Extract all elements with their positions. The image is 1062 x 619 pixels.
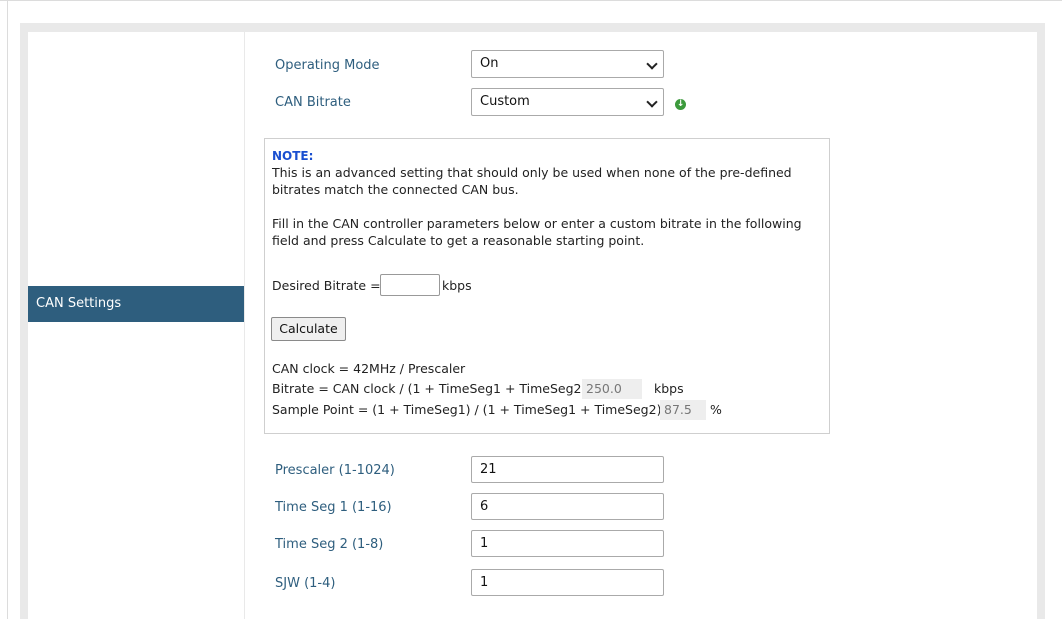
- operating-mode-value: On: [480, 56, 499, 71]
- desired-bitrate-unit: kbps: [442, 278, 472, 293]
- bitrate-formula-text: Bitrate = CAN clock / (1 + TimeSeg1 + Ti…: [272, 381, 601, 396]
- prescaler-label: Prescaler (1-1024): [275, 463, 395, 478]
- prescaler-input[interactable]: 21: [471, 456, 664, 483]
- info-icon[interactable]: ↓: [675, 99, 686, 110]
- desired-bitrate-label: Desired Bitrate =: [272, 278, 381, 293]
- time-seg2-input[interactable]: 1: [471, 530, 664, 557]
- operating-mode-select[interactable]: On: [471, 50, 664, 78]
- chevron-down-icon: [646, 96, 658, 108]
- chevron-down-icon: [646, 58, 658, 70]
- sample-point-result-field: 87.5: [660, 400, 706, 420]
- sidebar: CAN Settings: [28, 32, 244, 619]
- note-text-line: This is an advanced setting that should …: [272, 165, 792, 180]
- frame-top-border: [0, 0, 1062, 1]
- desired-bitrate-input[interactable]: [380, 274, 440, 296]
- can-clock-text: CAN clock = 42MHz / Prescaler: [272, 361, 466, 376]
- time-seg2-label: Time Seg 2 (1-8): [275, 537, 384, 552]
- note-text-line: bitrates match the connected CAN bus.: [272, 182, 519, 197]
- sjw-input[interactable]: 1: [471, 569, 664, 596]
- note-text-line: field and press Calculate to get a reaso…: [272, 233, 645, 248]
- frame-left-border: [7, 0, 8, 619]
- can-bitrate-select[interactable]: Custom: [471, 88, 664, 116]
- sample-point-unit: %: [710, 402, 722, 417]
- main-content: Operating Mode On CAN Bitrate Custom ↓ N…: [245, 32, 1037, 619]
- time-seg1-label: Time Seg 1 (1-16): [275, 500, 392, 515]
- sjw-label: SJW (1-4): [275, 576, 336, 591]
- sidebar-item-can-settings[interactable]: CAN Settings: [28, 286, 244, 322]
- bitrate-result-unit: kbps: [654, 381, 684, 396]
- can-bitrate-label: CAN Bitrate: [275, 95, 351, 110]
- sample-point-formula-text: Sample Point = (1 + TimeSeg1) / (1 + Tim…: [272, 402, 676, 417]
- time-seg1-input[interactable]: 6: [471, 493, 664, 520]
- calculate-button[interactable]: Calculate: [271, 317, 346, 341]
- note-text-line: Fill in the CAN controller parameters be…: [272, 216, 802, 231]
- can-bitrate-value: Custom: [480, 94, 530, 109]
- bitrate-result-field: 250.0: [582, 379, 642, 399]
- note-title: NOTE:: [272, 149, 314, 163]
- custom-bitrate-note: NOTE: This is an advanced setting that s…: [264, 138, 830, 434]
- operating-mode-label: Operating Mode: [275, 58, 380, 73]
